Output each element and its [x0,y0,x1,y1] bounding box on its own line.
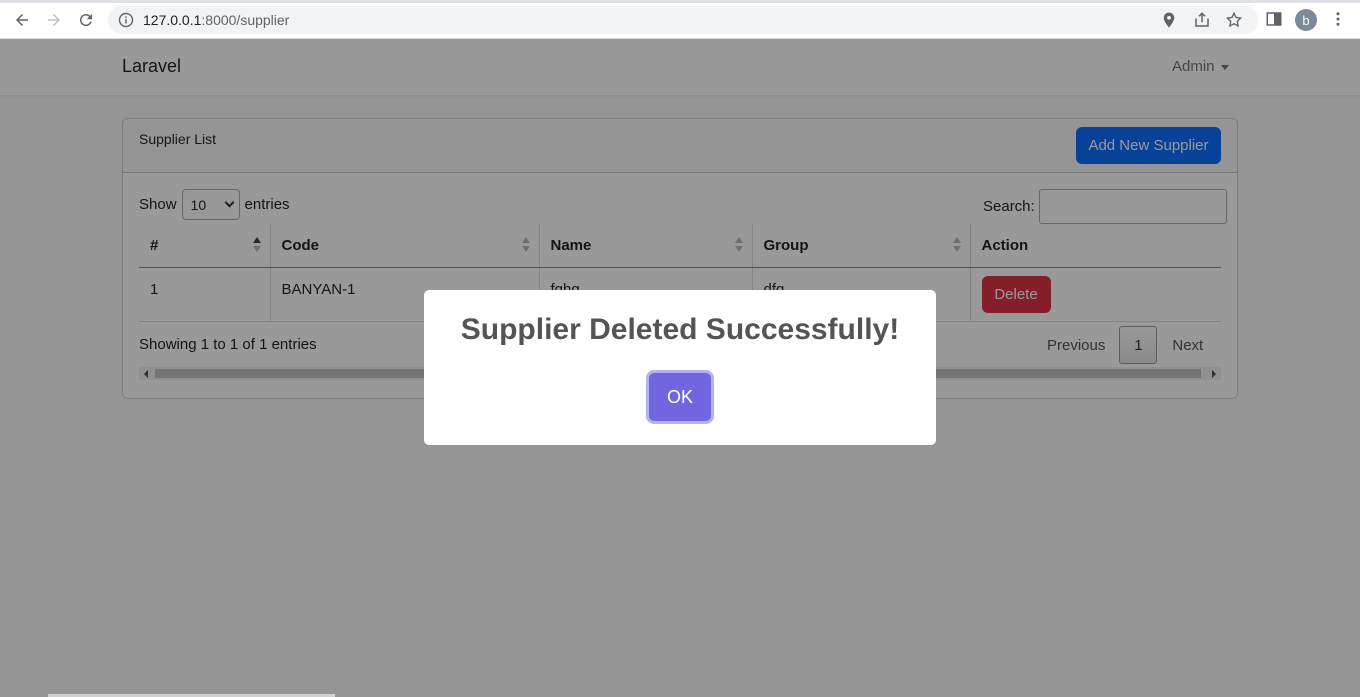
site-info-icon[interactable] [118,12,134,28]
side-panel-icon[interactable] [1265,10,1283,28]
location-pin-icon[interactable] [1160,11,1178,29]
back-icon[interactable] [10,8,34,32]
browser-menu-icon[interactable] [1329,10,1347,28]
reload-icon[interactable] [74,8,98,32]
address-bar[interactable]: 127.0.0.1:8000/supplier [108,6,1258,34]
ok-button[interactable]: OK [649,373,711,421]
success-dialog: Supplier Deleted Successfully! OK [424,290,936,445]
share-icon[interactable] [1193,11,1211,29]
forward-icon[interactable] [42,8,66,32]
bookmark-star-icon[interactable] [1225,11,1243,29]
tab-strip [0,0,1360,3]
profile-avatar[interactable]: b [1295,9,1317,31]
url-text: 127.0.0.1:8000/supplier [143,12,290,28]
dialog-title: Supplier Deleted Successfully! [460,313,900,346]
browser-toolbar: 127.0.0.1:8000/supplier b [0,0,1360,39]
